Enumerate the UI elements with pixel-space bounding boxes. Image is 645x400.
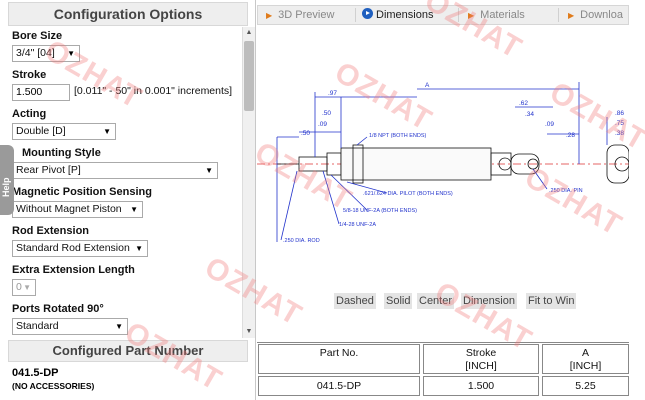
help-tab[interactable]: Help (0, 145, 14, 215)
dim-028: .28 (566, 132, 575, 139)
play-circle-icon (362, 8, 373, 19)
table-cell-a: 5.25 (542, 376, 629, 396)
table-cell-part-no: 041.5-DP (258, 376, 420, 396)
play-icon: ▶ (266, 11, 273, 20)
extra-extension-label: Extra Extension Length (12, 264, 135, 276)
dim-009-right: .09 (545, 121, 554, 128)
chevron-down-icon: ▼ (67, 49, 75, 58)
play-icon: ▶ (568, 11, 575, 20)
scroll-up-icon[interactable]: ▲ (243, 27, 255, 39)
play-icon: ▶ (468, 11, 475, 20)
acting-select[interactable]: Double [D] ▼ (12, 123, 116, 140)
help-tab-label: Help (1, 177, 11, 197)
app-root: Configuration Options Bore Size 3/4" [04… (0, 0, 645, 400)
configured-part-number-title: Configured Part Number (8, 340, 248, 362)
center-button[interactable]: Center (417, 293, 455, 309)
part-number-value: 041.5-DP (12, 367, 59, 379)
callout-pilot: .621/.624 DIA. PILOT (BOTH ENDS) (363, 191, 453, 197)
tab-dimensions[interactable]: Dimensions (362, 6, 433, 24)
solid-button[interactable]: Solid (384, 293, 413, 309)
tab-materials[interactable]: ▶ Materials (468, 6, 525, 24)
dim-086: .86 (615, 110, 624, 117)
stroke-label: Stroke (12, 69, 47, 81)
configuration-options-title: Configuration Options (8, 2, 248, 26)
dim-097: .97 (328, 90, 337, 97)
dimension-drawing: .97 .50 .09 A .62 .34 .09 .86 .75 .38 .5… (257, 82, 629, 244)
stroke-input[interactable]: 1.500 (12, 84, 70, 101)
callout-thread-14: 1/4-28 UNF-2A (339, 222, 376, 228)
header-line1: Part No. (319, 347, 359, 359)
magnetic-sensing-value: Without Magnet Piston (16, 203, 122, 215)
ports-rotated-select[interactable]: Standard ▼ (12, 318, 128, 335)
ports-rotated-value: Standard (16, 320, 59, 332)
stroke-hint: [0.011" - 50" in 0.001" increments] (74, 85, 233, 97)
dim-034: .34 (525, 111, 534, 118)
ports-rotated-label: Ports Rotated 90° (12, 303, 104, 315)
mounting-style-select[interactable]: Rear Pivot [P] ▼ (12, 162, 218, 179)
tab-divider (458, 8, 459, 22)
dim-075: .75 (615, 120, 624, 127)
table-header-stroke: Stroke [INCH] (423, 344, 539, 374)
extra-extension-select[interactable]: 0 ▼ (12, 279, 36, 296)
dim-038: .38 (615, 130, 624, 137)
chevron-down-icon: ▼ (103, 127, 111, 136)
bore-size-value: 3/4" [04] (16, 47, 55, 59)
tab-label: Downloa (580, 9, 623, 21)
bore-size-label: Bore Size (12, 30, 63, 42)
configuration-panel: Configuration Options Bore Size 3/4" [04… (0, 0, 256, 400)
mounting-style-value: Rear Pivot [P] (16, 164, 81, 176)
dimension-table: Part No. Stroke [INCH] A [INCH] 041.5-DP 1… (257, 342, 629, 398)
rod-extension-value: Standard Rod Extension (16, 242, 130, 254)
chevron-down-icon: ▼ (205, 166, 213, 175)
header-line2: [INCH] (569, 360, 602, 372)
rod-extension-select[interactable]: Standard Rod Extension ▼ (12, 240, 148, 257)
chevron-down-icon: ▼ (115, 322, 123, 331)
dashed-button[interactable]: Dashed (334, 293, 376, 309)
header-line2: [INCH] (465, 360, 497, 372)
tab-label: Dimensions (376, 9, 434, 21)
chevron-down-icon: ▼ (135, 244, 143, 253)
scroll-down-icon[interactable]: ▼ (243, 326, 255, 338)
header-line1: A (581, 347, 589, 359)
dim-009: .09 (318, 121, 327, 128)
callout-rod: .250 DIA. ROD (283, 238, 320, 244)
tab-label: Materials (480, 9, 525, 21)
dim-a: A (425, 82, 430, 89)
magnetic-sensing-select[interactable]: Without Magnet Piston ▼ (12, 201, 143, 218)
rod-extension-label: Rod Extension (12, 225, 90, 237)
acting-value: Double [D] (16, 125, 66, 137)
tab-3d-preview[interactable]: ▶ 3D Preview (266, 6, 334, 24)
scrollbar-thumb[interactable] (244, 41, 254, 111)
chevron-down-icon: ▼ (130, 205, 138, 214)
fit-to-window-button[interactable]: Fit to Win (526, 293, 577, 309)
options-scrollbar[interactable]: ▲ ▼ (242, 27, 255, 338)
accessories-note: (NO ACCESSORIES) (12, 381, 95, 391)
extra-extension-value: 0 (16, 281, 22, 293)
tab-label: 3D Preview (278, 9, 335, 21)
options-list: Bore Size 3/4" [04] ▼ Stroke 1.500 [0.01… (8, 27, 240, 338)
callout-pin: .250 DIA. PIN (549, 188, 583, 194)
table-header-part-no: Part No. (258, 344, 420, 374)
bore-size-select[interactable]: 3/4" [04] ▼ (12, 45, 80, 62)
dim-062: .62 (519, 100, 528, 107)
dimension-button[interactable]: Dimension (461, 293, 517, 309)
dim-050-left: .50 (301, 130, 310, 137)
chevron-down-icon: ▼ (23, 283, 31, 292)
callout-npt: 1/8 NPT (BOTH ENDS) (369, 133, 427, 139)
table-cell-stroke: 1.500 (423, 376, 539, 396)
tab-divider (355, 8, 356, 22)
dim-050: .50 (322, 110, 331, 117)
tab-downloads[interactable]: ▶ Downloa (568, 6, 623, 24)
callout-thread-58: 5/8-18 UNF-2A (BOTH ENDS) (343, 208, 417, 214)
table-header-a: A [INCH] (542, 344, 629, 374)
tab-divider (558, 8, 559, 22)
header-line1: Stroke (465, 347, 497, 359)
mounting-style-label: Mounting Style (22, 147, 101, 159)
magnetic-sensing-label: Magnetic Position Sensing (12, 186, 152, 198)
acting-label: Acting (12, 108, 47, 120)
view-tabs: ▶ 3D Preview Dimensions ▶ Materials ▶ Downl… (257, 5, 629, 25)
